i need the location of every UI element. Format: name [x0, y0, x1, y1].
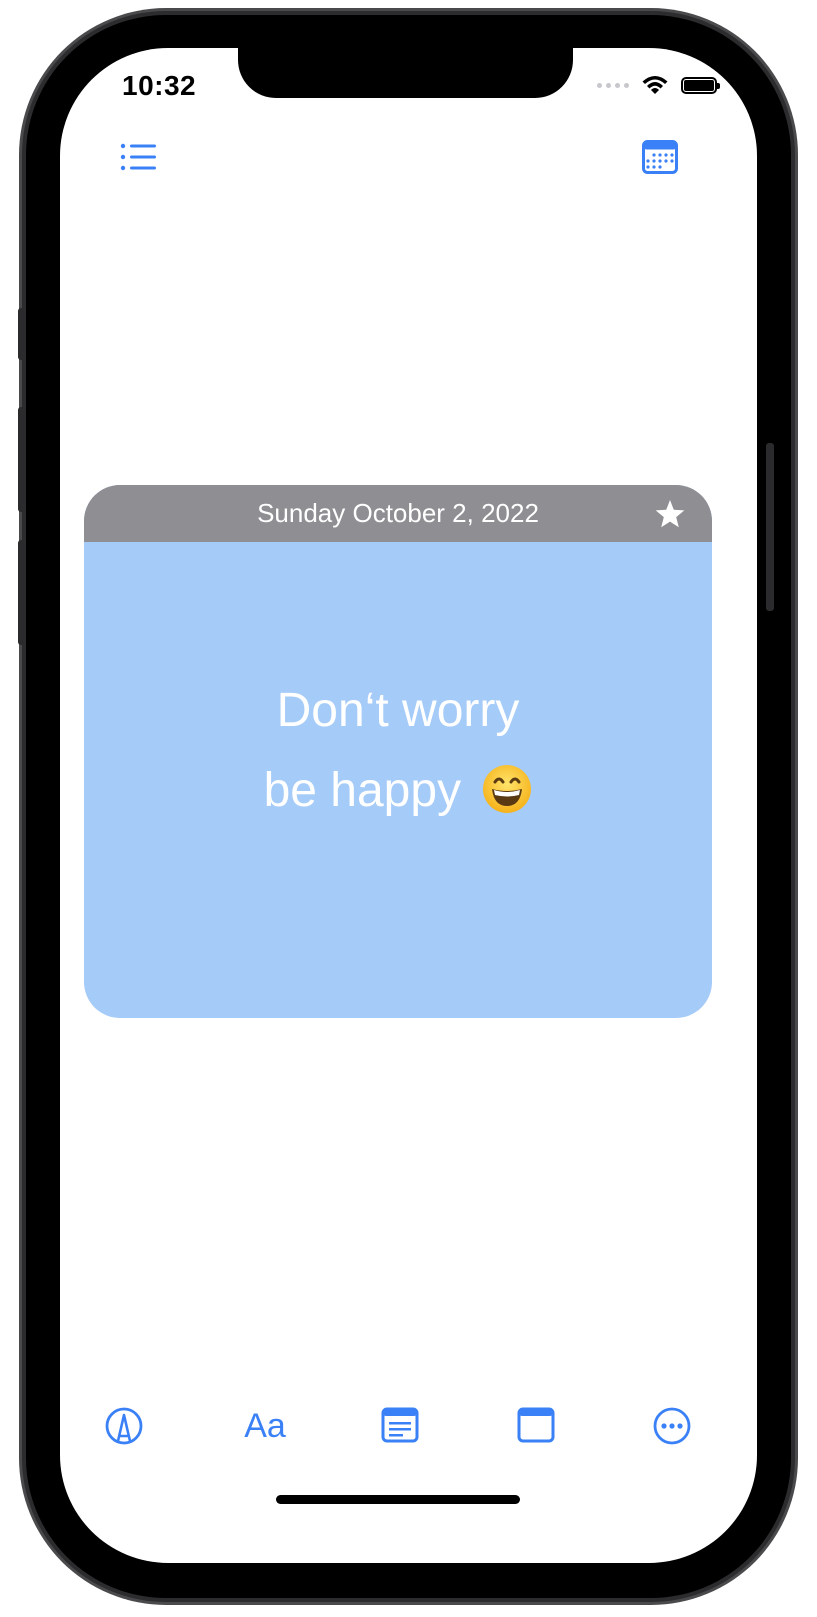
home-indicator[interactable] — [276, 1495, 520, 1504]
quote-card[interactable]: Sunday October 2, 2022 Don‘t worry be ha… — [84, 485, 712, 1018]
text-format-button[interactable]: Aa — [235, 1406, 295, 1446]
list-icon[interactable] — [120, 143, 156, 171]
screen: 10:32 Sunday October 2, 2022 Don‘t worry… — [60, 48, 757, 1563]
notch — [238, 48, 573, 98]
markup-icon[interactable] — [104, 1406, 144, 1446]
wifi-icon — [642, 76, 668, 94]
signal-dots-icon — [597, 83, 629, 88]
grinning-face-icon — [483, 765, 532, 813]
quote-line-2: be happy — [84, 751, 712, 831]
volume-down-button — [18, 540, 26, 645]
quote-line-2-text: be happy — [263, 764, 462, 817]
battery-icon — [681, 77, 720, 94]
status-indicators — [597, 75, 720, 96]
card-date: Sunday October 2, 2022 — [257, 498, 539, 528]
calendar-icon[interactable] — [642, 140, 678, 174]
star-icon[interactable] — [654, 498, 686, 530]
status-time: 10:32 — [122, 70, 197, 101]
mute-switch — [18, 308, 26, 360]
volume-up-button — [18, 407, 26, 512]
more-icon[interactable] — [652, 1406, 692, 1446]
card-header: Sunday October 2, 2022 — [84, 485, 712, 542]
quote-line-1: Don‘t worry — [276, 684, 520, 737]
window-icon[interactable] — [516, 1406, 556, 1446]
note-icon[interactable] — [380, 1406, 420, 1446]
power-button — [766, 443, 774, 611]
